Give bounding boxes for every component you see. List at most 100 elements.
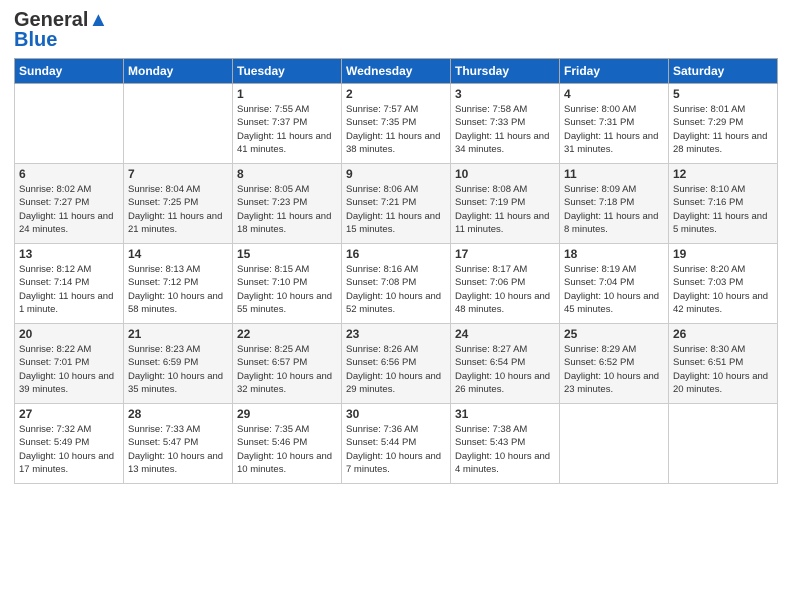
day-number: 25 [564, 327, 664, 341]
day-cell: 22 Sunrise: 8:25 AMSunset: 6:57 PMDayligh… [233, 324, 342, 404]
day-cell: 26 Sunrise: 8:30 AMSunset: 6:51 PMDayligh… [669, 324, 778, 404]
day-cell: 10 Sunrise: 8:08 AMSunset: 7:19 PMDayligh… [451, 164, 560, 244]
day-cell [124, 84, 233, 164]
day-info: Sunrise: 7:38 AMSunset: 5:43 PMDaylight:… [455, 423, 555, 476]
day-number: 21 [128, 327, 228, 341]
day-info: Sunrise: 8:27 AMSunset: 6:54 PMDaylight:… [455, 343, 555, 396]
day-number: 16 [346, 247, 446, 261]
day-info: Sunrise: 8:10 AMSunset: 7:16 PMDaylight:… [673, 183, 773, 236]
day-cell: 18Sunrise: 8:19 AMSunset: 7:04 PMDayligh… [560, 244, 669, 324]
day-cell: 9 Sunrise: 8:06 AMSunset: 7:21 PMDaylight… [342, 164, 451, 244]
day-cell: 24 Sunrise: 8:27 AMSunset: 6:54 PMDayligh… [451, 324, 560, 404]
day-info: Sunrise: 7:32 AMSunset: 5:49 PMDaylight:… [19, 423, 119, 476]
day-number: 27 [19, 407, 119, 421]
day-cell: 15Sunrise: 8:15 AMSunset: 7:10 PMDayligh… [233, 244, 342, 324]
calendar-table: SundayMondayTuesdayWednesdayThursdayFrid… [14, 58, 778, 484]
weekday-header-tuesday: Tuesday [233, 59, 342, 84]
day-info: Sunrise: 8:30 AMSunset: 6:51 PMDaylight:… [673, 343, 773, 396]
logo: General▲ Blue [14, 10, 108, 50]
day-number: 29 [237, 407, 337, 421]
day-info: Sunrise: 7:55 AMSunset: 7:37 PMDaylight:… [237, 103, 337, 156]
weekday-header-row: SundayMondayTuesdayWednesdayThursdayFrid… [15, 59, 778, 84]
day-cell: 23Sunrise: 8:26 AMSunset: 6:56 PMDayligh… [342, 324, 451, 404]
day-cell: 3Sunrise: 7:58 AMSunset: 7:33 PMDaylight… [451, 84, 560, 164]
day-number: 12 [673, 167, 773, 181]
weekday-header-wednesday: Wednesday [342, 59, 451, 84]
weekday-header-friday: Friday [560, 59, 669, 84]
day-number: 22 [237, 327, 337, 341]
day-number: 9 [346, 167, 446, 181]
week-row-5: 27 Sunrise: 7:32 AMSunset: 5:49 PMDayligh… [15, 404, 778, 484]
day-info: Sunrise: 8:25 AMSunset: 6:57 PMDaylight:… [237, 343, 337, 396]
day-cell: 17 Sunrise: 8:17 AMSunset: 7:06 PMDayligh… [451, 244, 560, 324]
page: General▲ Blue SundayMondayTuesdayWednesd… [0, 0, 792, 612]
logo-text: General▲ [14, 10, 108, 30]
day-number: 10 [455, 167, 555, 181]
day-number: 3 [455, 87, 555, 101]
logo-blue-text: Blue [14, 30, 57, 50]
day-info: Sunrise: 8:29 AMSunset: 6:52 PMDaylight:… [564, 343, 664, 396]
day-cell: 19 Sunrise: 8:20 AMSunset: 7:03 PMDayligh… [669, 244, 778, 324]
weekday-header-saturday: Saturday [669, 59, 778, 84]
day-number: 14 [128, 247, 228, 261]
day-cell: 25 Sunrise: 8:29 AMSunset: 6:52 PMDayligh… [560, 324, 669, 404]
day-number: 26 [673, 327, 773, 341]
day-cell: 12 Sunrise: 8:10 AMSunset: 7:16 PMDayligh… [669, 164, 778, 244]
day-cell: 1Sunrise: 7:55 AMSunset: 7:37 PMDaylight… [233, 84, 342, 164]
logo-blue: ▲ [88, 9, 108, 31]
day-cell: 28 Sunrise: 7:33 AMSunset: 5:47 PMDayligh… [124, 404, 233, 484]
day-cell: 16 Sunrise: 8:16 AMSunset: 7:08 PMDayligh… [342, 244, 451, 324]
day-info: Sunrise: 8:05 AMSunset: 7:23 PMDaylight:… [237, 183, 337, 236]
day-info: Sunrise: 8:20 AMSunset: 7:03 PMDaylight:… [673, 263, 773, 316]
day-cell: 31 Sunrise: 7:38 AMSunset: 5:43 PMDayligh… [451, 404, 560, 484]
day-info: Sunrise: 7:36 AMSunset: 5:44 PMDaylight:… [346, 423, 446, 476]
day-number: 28 [128, 407, 228, 421]
weekday-header-monday: Monday [124, 59, 233, 84]
day-number: 13 [19, 247, 119, 261]
day-info: Sunrise: 8:15 AMSunset: 7:10 PMDaylight:… [237, 263, 337, 316]
day-cell: 7 Sunrise: 8:04 AMSunset: 7:25 PMDaylight… [124, 164, 233, 244]
day-info: Sunrise: 8:02 AMSunset: 7:27 PMDaylight:… [19, 183, 119, 236]
day-info: Sunrise: 8:01 AMSunset: 7:29 PMDaylight:… [673, 103, 773, 156]
day-info: Sunrise: 8:09 AMSunset: 7:18 PMDaylight:… [564, 183, 664, 236]
day-info: Sunrise: 8:23 AMSunset: 6:59 PMDaylight:… [128, 343, 228, 396]
day-cell [15, 84, 124, 164]
day-number: 23 [346, 327, 446, 341]
day-info: Sunrise: 7:33 AMSunset: 5:47 PMDaylight:… [128, 423, 228, 476]
day-number: 5 [673, 87, 773, 101]
day-info: Sunrise: 8:17 AMSunset: 7:06 PMDaylight:… [455, 263, 555, 316]
week-row-2: 6 Sunrise: 8:02 AMSunset: 7:27 PMDaylight… [15, 164, 778, 244]
day-cell: 5 Sunrise: 8:01 AMSunset: 7:29 PMDaylight… [669, 84, 778, 164]
day-info: Sunrise: 8:16 AMSunset: 7:08 PMDaylight:… [346, 263, 446, 316]
day-number: 20 [19, 327, 119, 341]
weekday-header-sunday: Sunday [15, 59, 124, 84]
day-number: 24 [455, 327, 555, 341]
day-number: 19 [673, 247, 773, 261]
day-info: Sunrise: 8:08 AMSunset: 7:19 PMDaylight:… [455, 183, 555, 236]
day-number: 7 [128, 167, 228, 181]
day-cell: 27 Sunrise: 7:32 AMSunset: 5:49 PMDayligh… [15, 404, 124, 484]
day-info: Sunrise: 8:13 AMSunset: 7:12 PMDaylight:… [128, 263, 228, 316]
day-cell: 20Sunrise: 8:22 AMSunset: 7:01 PMDayligh… [15, 324, 124, 404]
day-cell: 8 Sunrise: 8:05 AMSunset: 7:23 PMDaylight… [233, 164, 342, 244]
day-number: 31 [455, 407, 555, 421]
day-number: 18 [564, 247, 664, 261]
week-row-4: 20Sunrise: 8:22 AMSunset: 7:01 PMDayligh… [15, 324, 778, 404]
day-info: Sunrise: 8:00 AMSunset: 7:31 PMDaylight:… [564, 103, 664, 156]
day-number: 17 [455, 247, 555, 261]
day-info: Sunrise: 7:57 AMSunset: 7:35 PMDaylight:… [346, 103, 446, 156]
day-number: 2 [346, 87, 446, 101]
day-number: 11 [564, 167, 664, 181]
week-row-1: 1Sunrise: 7:55 AMSunset: 7:37 PMDaylight… [15, 84, 778, 164]
day-info: Sunrise: 8:06 AMSunset: 7:21 PMDaylight:… [346, 183, 446, 236]
day-cell: 21 Sunrise: 8:23 AMSunset: 6:59 PMDayligh… [124, 324, 233, 404]
day-number: 6 [19, 167, 119, 181]
week-row-3: 13Sunrise: 8:12 AMSunset: 7:14 PMDayligh… [15, 244, 778, 324]
day-cell: 2 Sunrise: 7:57 AMSunset: 7:35 PMDaylight… [342, 84, 451, 164]
day-cell [560, 404, 669, 484]
day-number: 30 [346, 407, 446, 421]
day-cell: 30 Sunrise: 7:36 AMSunset: 5:44 PMDayligh… [342, 404, 451, 484]
day-number: 8 [237, 167, 337, 181]
day-cell: 6 Sunrise: 8:02 AMSunset: 7:27 PMDaylight… [15, 164, 124, 244]
day-info: Sunrise: 8:04 AMSunset: 7:25 PMDaylight:… [128, 183, 228, 236]
